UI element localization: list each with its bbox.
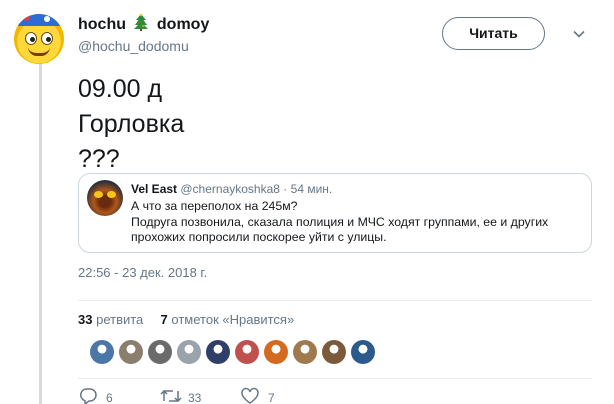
divider-bottom: [78, 378, 592, 379]
retweet-icon: [160, 389, 182, 403]
quoted-separator: ·: [283, 182, 288, 196]
liker-avatar-10[interactable]: [351, 340, 375, 364]
tweet-timestamp[interactable]: 22:56 - 23 дек. 2018 г.: [78, 265, 207, 280]
tweet-line-1: 09.00 д: [78, 75, 163, 103]
quoted-author-name[interactable]: Vel East: [131, 182, 177, 196]
follow-button[interactable]: Читать: [442, 17, 545, 50]
tweet-header: hochu domoy @hochu_dodomu Читать: [12, 10, 602, 64]
tweet-stats: 33 ретвита 7 отметок «Нравится»: [78, 312, 294, 327]
author-handle[interactable]: @hochu_dodomu: [78, 38, 189, 54]
author-name-part1: hochu: [78, 16, 126, 33]
quoted-line-1: А что за переполох на 245м?: [131, 199, 298, 213]
quoted-time[interactable]: 54 мин.: [291, 182, 333, 196]
liker-avatar-2[interactable]: [119, 340, 143, 364]
chevron-down-icon[interactable]: [573, 28, 585, 40]
retweet-count: 33: [188, 391, 202, 404]
christmas-tree-icon: [134, 14, 149, 31]
author-name-part2: domoy: [156, 16, 210, 33]
quoted-tweet-header: Vel East @chernaykoshka8 · 54 мин.: [131, 182, 332, 196]
tweet-line-3: ???: [78, 145, 120, 173]
thread-line: [39, 58, 42, 404]
reply-icon: [79, 388, 97, 404]
heart-icon: [241, 387, 259, 404]
quoted-author-handle[interactable]: @chernaykoshka8: [180, 182, 280, 196]
hat-decoration: [16, 14, 62, 26]
retweets-count[interactable]: 33: [78, 312, 92, 327]
liker-avatar-7[interactable]: [264, 340, 288, 364]
liker-avatar-5[interactable]: [206, 340, 230, 364]
liker-avatar-4[interactable]: [177, 340, 201, 364]
quoted-tweet-text: А что за переполох на 245м? Подруга позв…: [131, 199, 581, 246]
quoted-author-avatar[interactable]: [87, 180, 123, 216]
retweets-label[interactable]: ретвита: [96, 312, 143, 327]
liker-avatar-8[interactable]: [293, 340, 317, 364]
quoted-line-3: прохожих попросили поскорее уйти с улицы…: [131, 230, 387, 244]
tweet-line-2: Горловка: [78, 110, 185, 138]
author-name[interactable]: hochu domoy: [78, 14, 209, 34]
reply-count: 6: [106, 391, 113, 404]
quoted-tweet[interactable]: Vel East @chernaykoshka8 · 54 мин. А что…: [78, 173, 592, 253]
author-avatar[interactable]: [14, 14, 64, 64]
divider-top: [78, 300, 592, 301]
liker-avatar-6[interactable]: [235, 340, 259, 364]
liker-avatar-3[interactable]: [148, 340, 172, 364]
like-count: 7: [268, 391, 275, 404]
liker-avatar-9[interactable]: [322, 340, 346, 364]
liker-avatar-1[interactable]: [90, 340, 114, 364]
quoted-line-2: Подруга позвонила, сказала полиция и МЧС…: [131, 214, 549, 229]
likes-label[interactable]: отметок «Нравится»: [171, 312, 294, 327]
likes-count[interactable]: 7: [161, 312, 168, 327]
tweet-text: 09.00 д Горловка ???: [78, 72, 184, 177]
